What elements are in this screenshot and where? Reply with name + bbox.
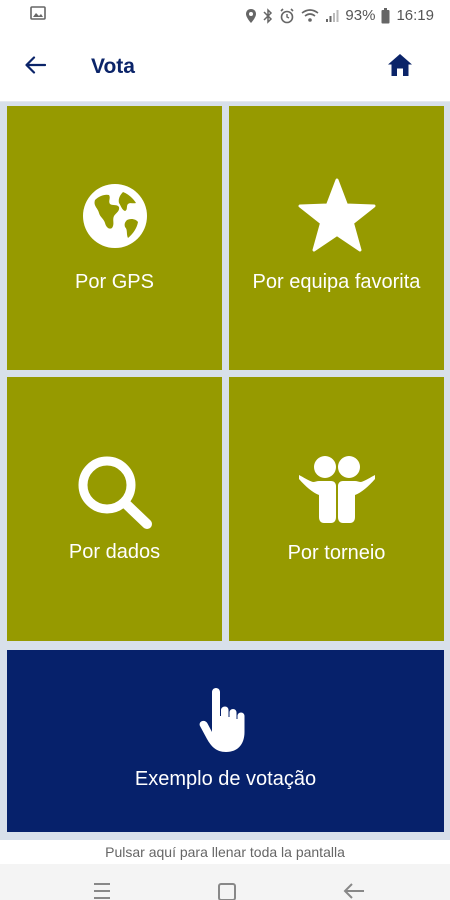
search-icon bbox=[75, 453, 155, 536]
signal-icon bbox=[325, 9, 339, 23]
tile-label: Por torneio bbox=[287, 542, 386, 564]
location-icon bbox=[245, 8, 257, 24]
tile-label: Por GPS bbox=[75, 271, 154, 293]
tile-label: Por equipa favorita bbox=[252, 271, 421, 293]
globe-icon bbox=[81, 182, 149, 255]
arrow-left-icon bbox=[24, 55, 47, 79]
bluetooth-icon bbox=[263, 7, 273, 24]
back-nav-icon[interactable] bbox=[343, 882, 365, 900]
status-bar: 93% 16:19 bbox=[0, 0, 450, 32]
tile-by-tournament[interactable]: Por torneio bbox=[229, 377, 444, 641]
alarm-icon bbox=[279, 7, 295, 24]
page-title: Vota bbox=[91, 55, 135, 78]
image-notification-icon bbox=[30, 6, 46, 25]
people-icon bbox=[297, 455, 377, 530]
star-icon bbox=[298, 178, 376, 257]
battery-percent: 93% bbox=[345, 7, 376, 24]
back-button[interactable] bbox=[20, 52, 50, 82]
home-icon bbox=[387, 53, 413, 82]
tile-by-gps[interactable]: Por GPS bbox=[7, 106, 222, 370]
fullscreen-hint[interactable]: Pulsar aquí para llenar toda la pantalla bbox=[0, 840, 450, 864]
battery-icon bbox=[381, 7, 390, 24]
tile-by-data[interactable]: Por dados bbox=[7, 377, 222, 641]
voting-example-label: Exemplo de votação bbox=[134, 768, 317, 790]
voting-example-button[interactable]: Exemplo de votação bbox=[7, 650, 444, 832]
app-bar: Vota bbox=[0, 32, 450, 102]
tile-label: Por dados bbox=[68, 541, 161, 563]
system-nav-bar bbox=[0, 864, 450, 900]
tap-hand-icon bbox=[198, 688, 254, 759]
wifi-icon bbox=[301, 8, 319, 23]
tile-by-favorite-team[interactable]: Por equipa favorita bbox=[229, 106, 444, 370]
clock-time: 16:19 bbox=[396, 7, 434, 24]
recent-apps-icon[interactable] bbox=[90, 882, 112, 900]
home-square-icon[interactable] bbox=[217, 882, 237, 900]
home-button[interactable] bbox=[384, 52, 416, 82]
